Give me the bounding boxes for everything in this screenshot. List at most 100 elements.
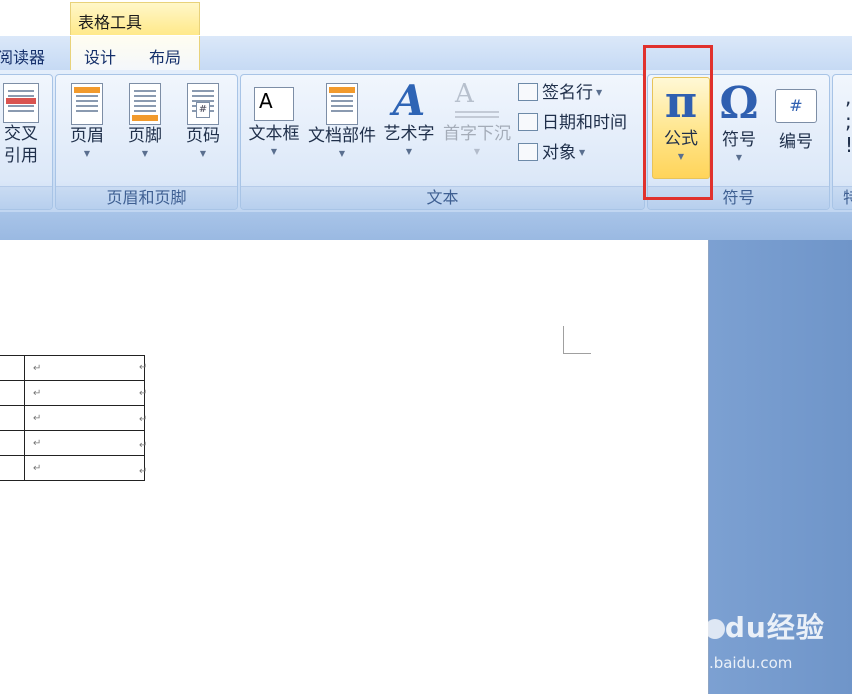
tab-reader[interactable]: 阅读器	[0, 44, 45, 68]
object-dropdown-icon: ▼	[579, 148, 586, 157]
group-label-special: 特	[833, 186, 852, 209]
date-time-label: 日期和时间	[542, 113, 627, 133]
header-label: 页眉	[70, 126, 104, 146]
drop-cap-button[interactable]: A 首字下沉 ▼	[441, 79, 513, 157]
wordart-dropdown-icon: ▼	[405, 147, 413, 156]
equation-dropdown-icon: ▼	[677, 152, 685, 161]
object-label: 对象	[542, 143, 576, 163]
number-button[interactable]: # 编号	[770, 79, 822, 153]
footer-button[interactable]: 页脚 ▼	[120, 79, 170, 159]
text-box-button[interactable]: A 文本框 ▼	[245, 79, 303, 157]
group-symbols: π 公式 ▼ Ω 符号 ▼ # 编号 符号	[647, 74, 830, 210]
footer-icon	[129, 83, 161, 125]
drop-cap-dropdown-icon: ▼	[473, 147, 481, 156]
document-table[interactable]: ↵ ↵ ↵ ↵ ↵	[0, 355, 145, 481]
footer-label: 页脚	[128, 126, 162, 146]
symbol-dropdown-icon: ▼	[735, 153, 743, 162]
context-tab-label: 表格工具	[78, 13, 143, 32]
header-button[interactable]: 页眉 ▼	[62, 79, 112, 159]
wordart-icon: A	[392, 76, 426, 125]
context-tab-table-tools: 表格工具	[70, 2, 200, 35]
table-cell[interactable]: ↵	[24, 430, 145, 456]
text-box-dropdown-icon: ▼	[270, 147, 278, 156]
table-row: ↵	[0, 355, 145, 381]
cross-reference-label-2: 引用	[4, 146, 38, 166]
group-references-partial: 交叉 引用	[0, 74, 53, 210]
page-number-label: 页码	[186, 126, 220, 146]
tab-design[interactable]: 设计	[84, 44, 116, 68]
calendar-icon	[518, 113, 538, 131]
workspace-top-band	[0, 212, 852, 240]
baidu-watermark: Bai du经验	[652, 606, 825, 646]
table-cell[interactable]	[0, 405, 25, 431]
ribbon-panel: 交叉 引用 页眉 ▼ 页脚 ▼ # 页码 ▼ 页眉和页脚 A 文本框 ▼ 文档部…	[0, 70, 852, 212]
drop-cap-icon: A	[455, 79, 499, 123]
punctuation-icon: ,;!	[845, 85, 852, 157]
group-header-footer: 页眉 ▼ 页脚 ▼ # 页码 ▼ 页眉和页脚	[55, 74, 238, 210]
row-end-mark: ↵	[139, 388, 148, 399]
symbol-label: 符号	[722, 130, 756, 150]
table-cell[interactable]: ↵	[24, 455, 145, 481]
group-label-partial	[0, 186, 52, 209]
quick-parts-icon	[326, 83, 358, 125]
cross-reference-label: 交叉	[4, 124, 38, 144]
number-icon: #	[775, 89, 817, 123]
omega-icon: Ω	[719, 78, 759, 129]
quick-parts-button[interactable]: 文档部件 ▼	[307, 79, 377, 159]
watermark-url: jingyan.baidu.com	[654, 654, 793, 672]
watermark-brand-2: du	[724, 611, 767, 644]
table-cell[interactable]	[0, 430, 25, 456]
group-label-header-footer: 页眉和页脚	[56, 186, 237, 209]
cross-reference-icon	[3, 83, 39, 123]
equation-label: 公式	[664, 129, 698, 149]
margin-corner-mark	[563, 326, 591, 354]
group-label-symbols: 符号	[648, 186, 829, 209]
equation-button[interactable]: π 公式 ▼	[652, 77, 710, 179]
symbol-button[interactable]: Ω 符号 ▼	[714, 79, 764, 163]
pi-icon: π	[664, 77, 698, 128]
header-dropdown-icon: ▼	[83, 149, 91, 158]
watermark-product: 经验	[766, 611, 825, 644]
object-button[interactable]: 对象 ▼	[518, 138, 585, 163]
drop-cap-label: 首字下沉	[443, 124, 511, 144]
quick-parts-dropdown-icon: ▼	[338, 149, 346, 158]
group-label-text: 文本	[241, 186, 644, 209]
page-number-icon: #	[187, 83, 219, 125]
group-special-partial: ,;! 特	[832, 74, 852, 210]
cross-reference-button[interactable]: 交叉 引用	[0, 79, 45, 167]
text-box-label: 文本框	[248, 124, 300, 144]
table-cell[interactable]: ↵	[24, 355, 145, 381]
table-cell[interactable]: ↵	[24, 380, 145, 406]
signature-line-icon	[518, 83, 538, 101]
row-end-mark: ↵	[139, 414, 148, 425]
number-label: 编号	[779, 132, 813, 152]
table-row: ↵	[0, 380, 145, 406]
date-time-button[interactable]: 日期和时间	[518, 108, 627, 133]
signature-line-button[interactable]: 签名行 ▼	[518, 78, 602, 103]
footer-dropdown-icon: ▼	[141, 149, 149, 158]
table-cell[interactable]: ↵	[24, 405, 145, 431]
table-cell[interactable]	[0, 380, 25, 406]
ribbon-tabs: 阅读器 设计 布局	[0, 36, 852, 71]
signature-line-label: 签名行	[542, 83, 593, 103]
table-row: ↵	[0, 430, 145, 456]
table-row: ↵	[0, 405, 145, 431]
row-end-mark: ↵	[139, 466, 148, 477]
signature-line-dropdown-icon: ▼	[596, 88, 603, 97]
header-icon	[71, 83, 103, 125]
paw-icon	[704, 619, 725, 639]
wordart-label: 艺术字	[383, 124, 435, 144]
row-end-mark: ↵	[139, 440, 148, 451]
watermark-brand: Bai	[652, 611, 705, 644]
row-end-mark: ↵	[139, 362, 148, 373]
page-number-button[interactable]: # 页码 ▼	[178, 79, 228, 159]
text-box-icon: A	[254, 87, 294, 121]
quick-parts-label: 文档部件	[308, 126, 376, 146]
wordart-button[interactable]: A 艺术字 ▼	[381, 79, 437, 157]
object-icon	[518, 143, 538, 161]
table-row: ↵	[0, 455, 145, 481]
tab-layout[interactable]: 布局	[149, 44, 181, 68]
page-number-dropdown-icon: ▼	[199, 149, 207, 158]
table-cell[interactable]	[0, 455, 25, 481]
table-cell[interactable]	[0, 355, 25, 381]
